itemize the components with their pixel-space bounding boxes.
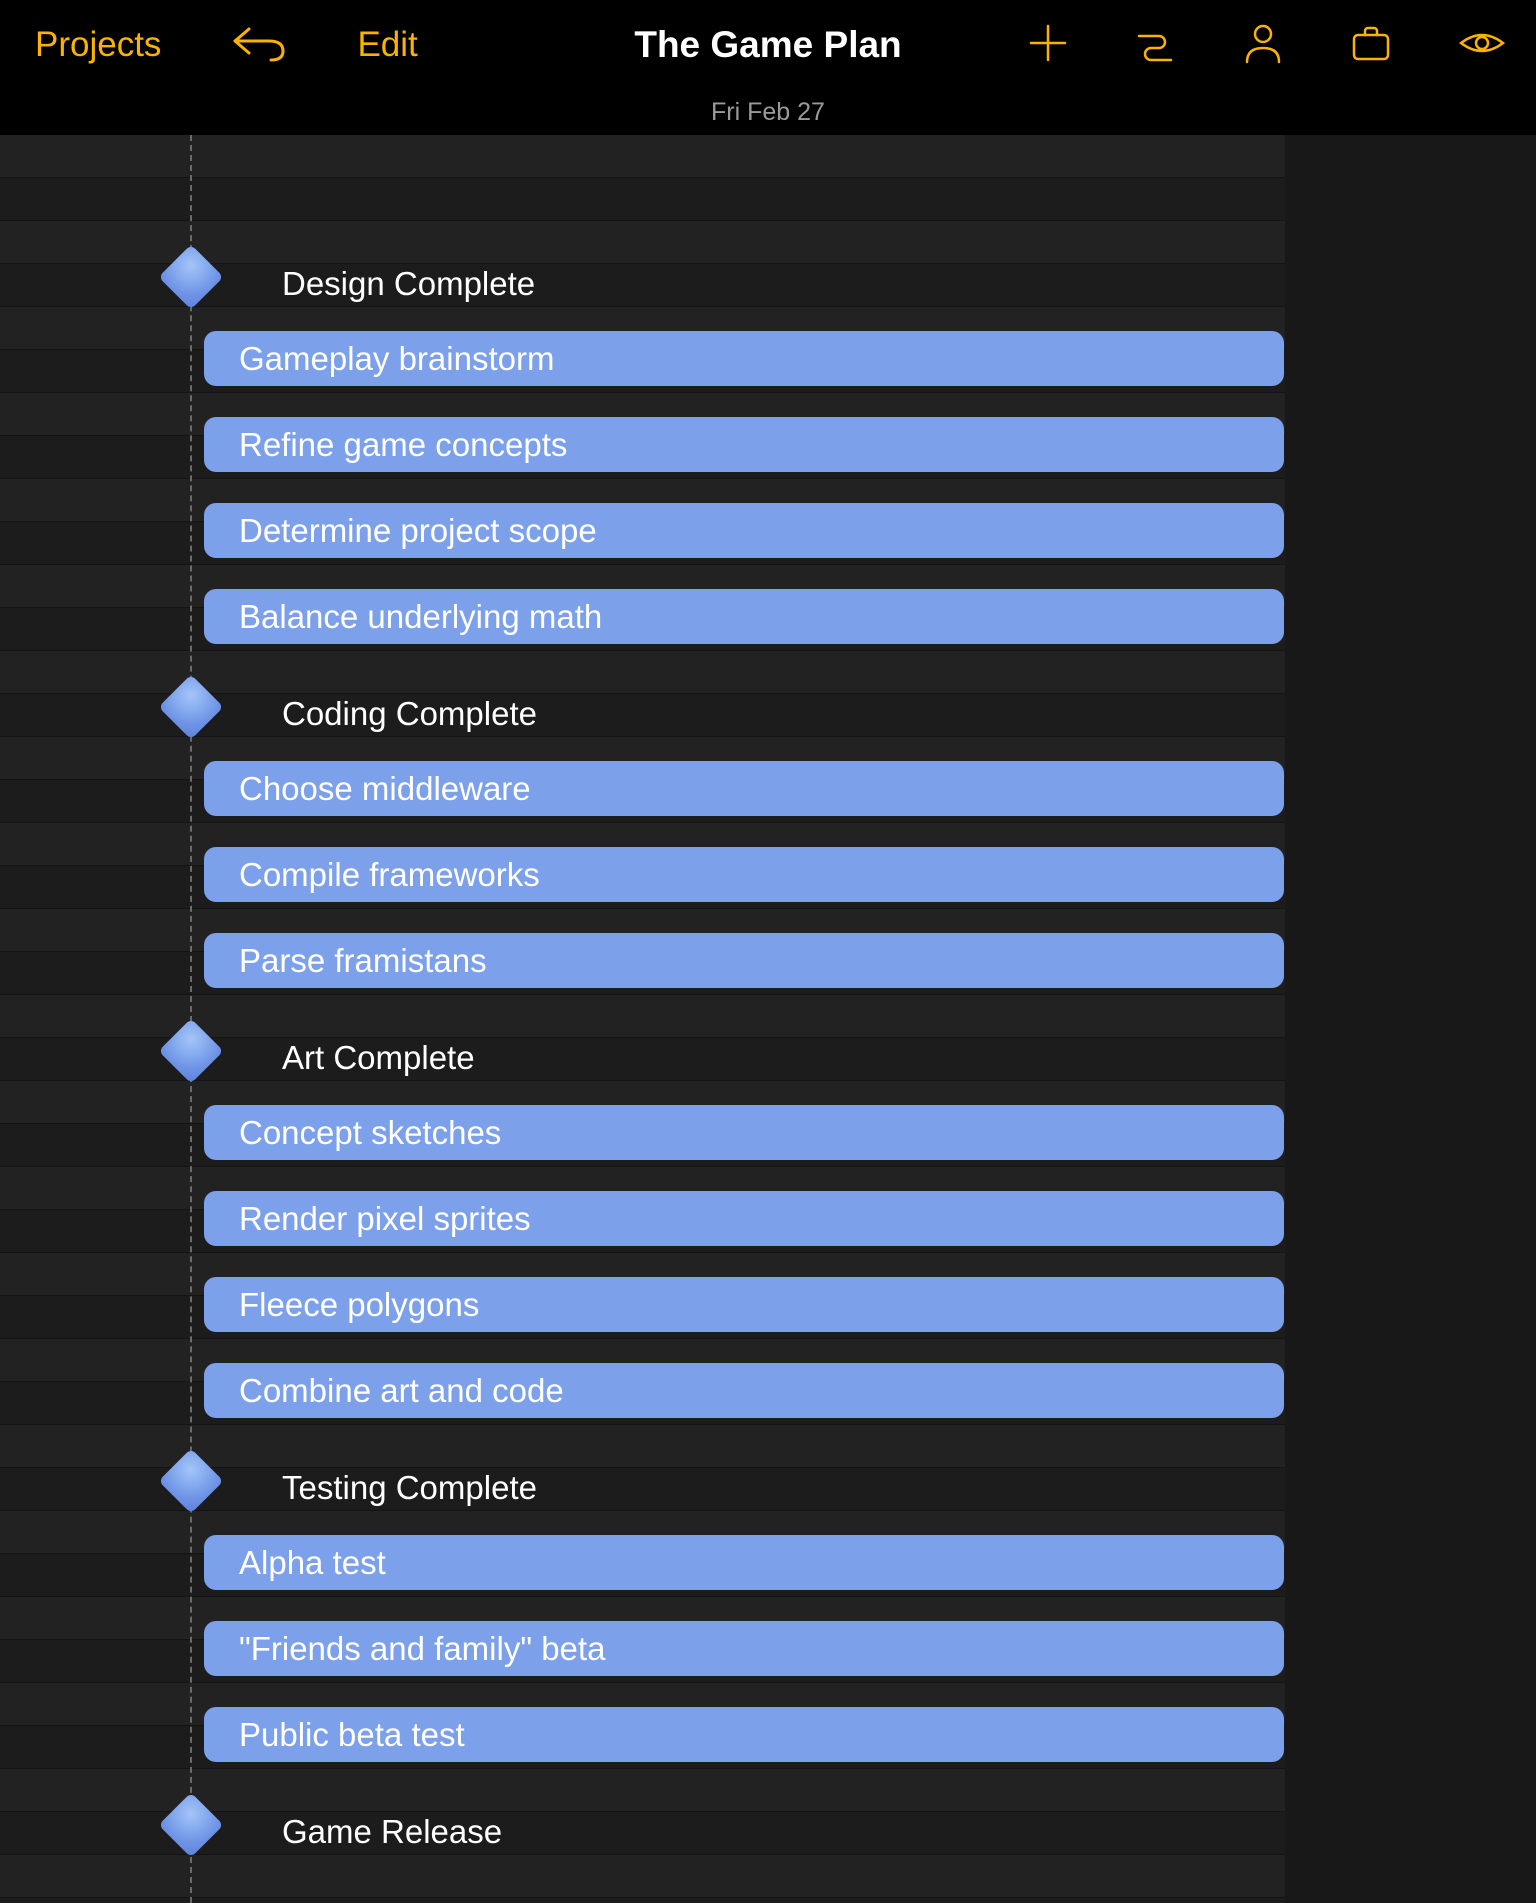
milestone-marker[interactable] [157, 673, 225, 741]
timeline-row[interactable]: Alpha test [0, 1511, 1536, 1597]
projects-button[interactable]: Projects [35, 25, 161, 65]
task-bar[interactable]: Refine game concepts [204, 417, 1284, 472]
eye-icon [1458, 26, 1506, 60]
milestone-marker[interactable] [157, 243, 225, 311]
milestone-label: Coding Complete [282, 695, 537, 733]
diamond-icon [158, 1448, 223, 1513]
timeline-row[interactable]: Concept sketches [0, 1081, 1536, 1167]
timeline-row[interactable]: Public beta test [0, 1683, 1536, 1769]
diamond-icon [158, 1018, 223, 1083]
milestone-label: Art Complete [282, 1039, 475, 1077]
task-bar[interactable]: Concept sketches [204, 1105, 1284, 1160]
timeline-row[interactable]: Choose middleware [0, 737, 1536, 823]
diamond-icon [158, 1792, 223, 1857]
task-bar[interactable]: Compile frameworks [204, 847, 1284, 902]
task-bar[interactable]: Determine project scope [204, 503, 1284, 558]
briefcase-button[interactable] [1349, 21, 1393, 70]
diamond-icon [158, 244, 223, 309]
timeline-row[interactable]: Gameplay brainstorm [0, 307, 1536, 393]
task-bar[interactable]: Parse framistans [204, 933, 1284, 988]
timeline-row[interactable]: Compile frameworks [0, 823, 1536, 909]
link-icon [1133, 21, 1177, 65]
timeline-row[interactable]: Parse framistans [0, 909, 1536, 995]
timeline-row[interactable]: Game Release [0, 1769, 1536, 1855]
milestone-marker[interactable] [157, 1017, 225, 1085]
timeline-row[interactable]: Coding Complete [0, 651, 1536, 737]
task-bar[interactable]: Fleece polygons [204, 1277, 1284, 1332]
briefcase-icon [1349, 21, 1393, 65]
undo-button[interactable] [231, 24, 287, 67]
plus-icon [1028, 23, 1068, 63]
task-bar[interactable]: Render pixel sprites [204, 1191, 1284, 1246]
timeline-row[interactable]: Design Complete [0, 221, 1536, 307]
toolbar: Projects Edit The Game Plan [0, 0, 1536, 90]
date-label: Fri Feb 27 [711, 98, 825, 127]
timeline-row[interactable]: Render pixel sprites [0, 1167, 1536, 1253]
task-bar[interactable]: Balance underlying math [204, 589, 1284, 644]
timeline-row[interactable]: Testing Complete [0, 1425, 1536, 1511]
view-button[interactable] [1458, 26, 1506, 65]
user-button[interactable] [1242, 22, 1284, 69]
timeline-row[interactable]: Combine art and code [0, 1339, 1536, 1425]
task-bar[interactable]: "Friends and family" beta [204, 1621, 1284, 1676]
timeline-row[interactable]: Fleece polygons [0, 1253, 1536, 1339]
task-bar[interactable]: Combine art and code [204, 1363, 1284, 1418]
milestone-marker[interactable] [157, 1791, 225, 1859]
timeline-row[interactable]: Determine project scope [0, 479, 1536, 565]
milestone-label: Design Complete [282, 265, 535, 303]
timeline-row[interactable]: Refine game concepts [0, 393, 1536, 479]
diamond-icon [158, 674, 223, 739]
connections-button[interactable] [1133, 21, 1177, 70]
timeline-row[interactable]: "Friends and family" beta [0, 1597, 1536, 1683]
spacer [0, 135, 1536, 221]
page-title: The Game Plan [634, 24, 901, 66]
edit-button[interactable]: Edit [357, 25, 417, 65]
milestone-label: Game Release [282, 1813, 502, 1851]
undo-icon [231, 24, 287, 62]
task-bar[interactable]: Gameplay brainstorm [204, 331, 1284, 386]
date-bar: Fri Feb 27 [0, 90, 1536, 135]
task-bar[interactable]: Choose middleware [204, 761, 1284, 816]
toolbar-right [1028, 21, 1506, 70]
add-button[interactable] [1028, 23, 1068, 68]
toolbar-left: Projects Edit [35, 24, 418, 67]
milestone-marker[interactable] [157, 1447, 225, 1515]
milestone-label: Testing Complete [282, 1469, 537, 1507]
task-bar[interactable]: Public beta test [204, 1707, 1284, 1762]
timeline-canvas[interactable]: Design Complete Gameplay brainstorm Refi… [0, 135, 1536, 1903]
user-icon [1242, 22, 1284, 64]
task-bar[interactable]: Alpha test [204, 1535, 1284, 1590]
timeline-row[interactable]: Balance underlying math [0, 565, 1536, 651]
timeline-row[interactable]: Art Complete [0, 995, 1536, 1081]
